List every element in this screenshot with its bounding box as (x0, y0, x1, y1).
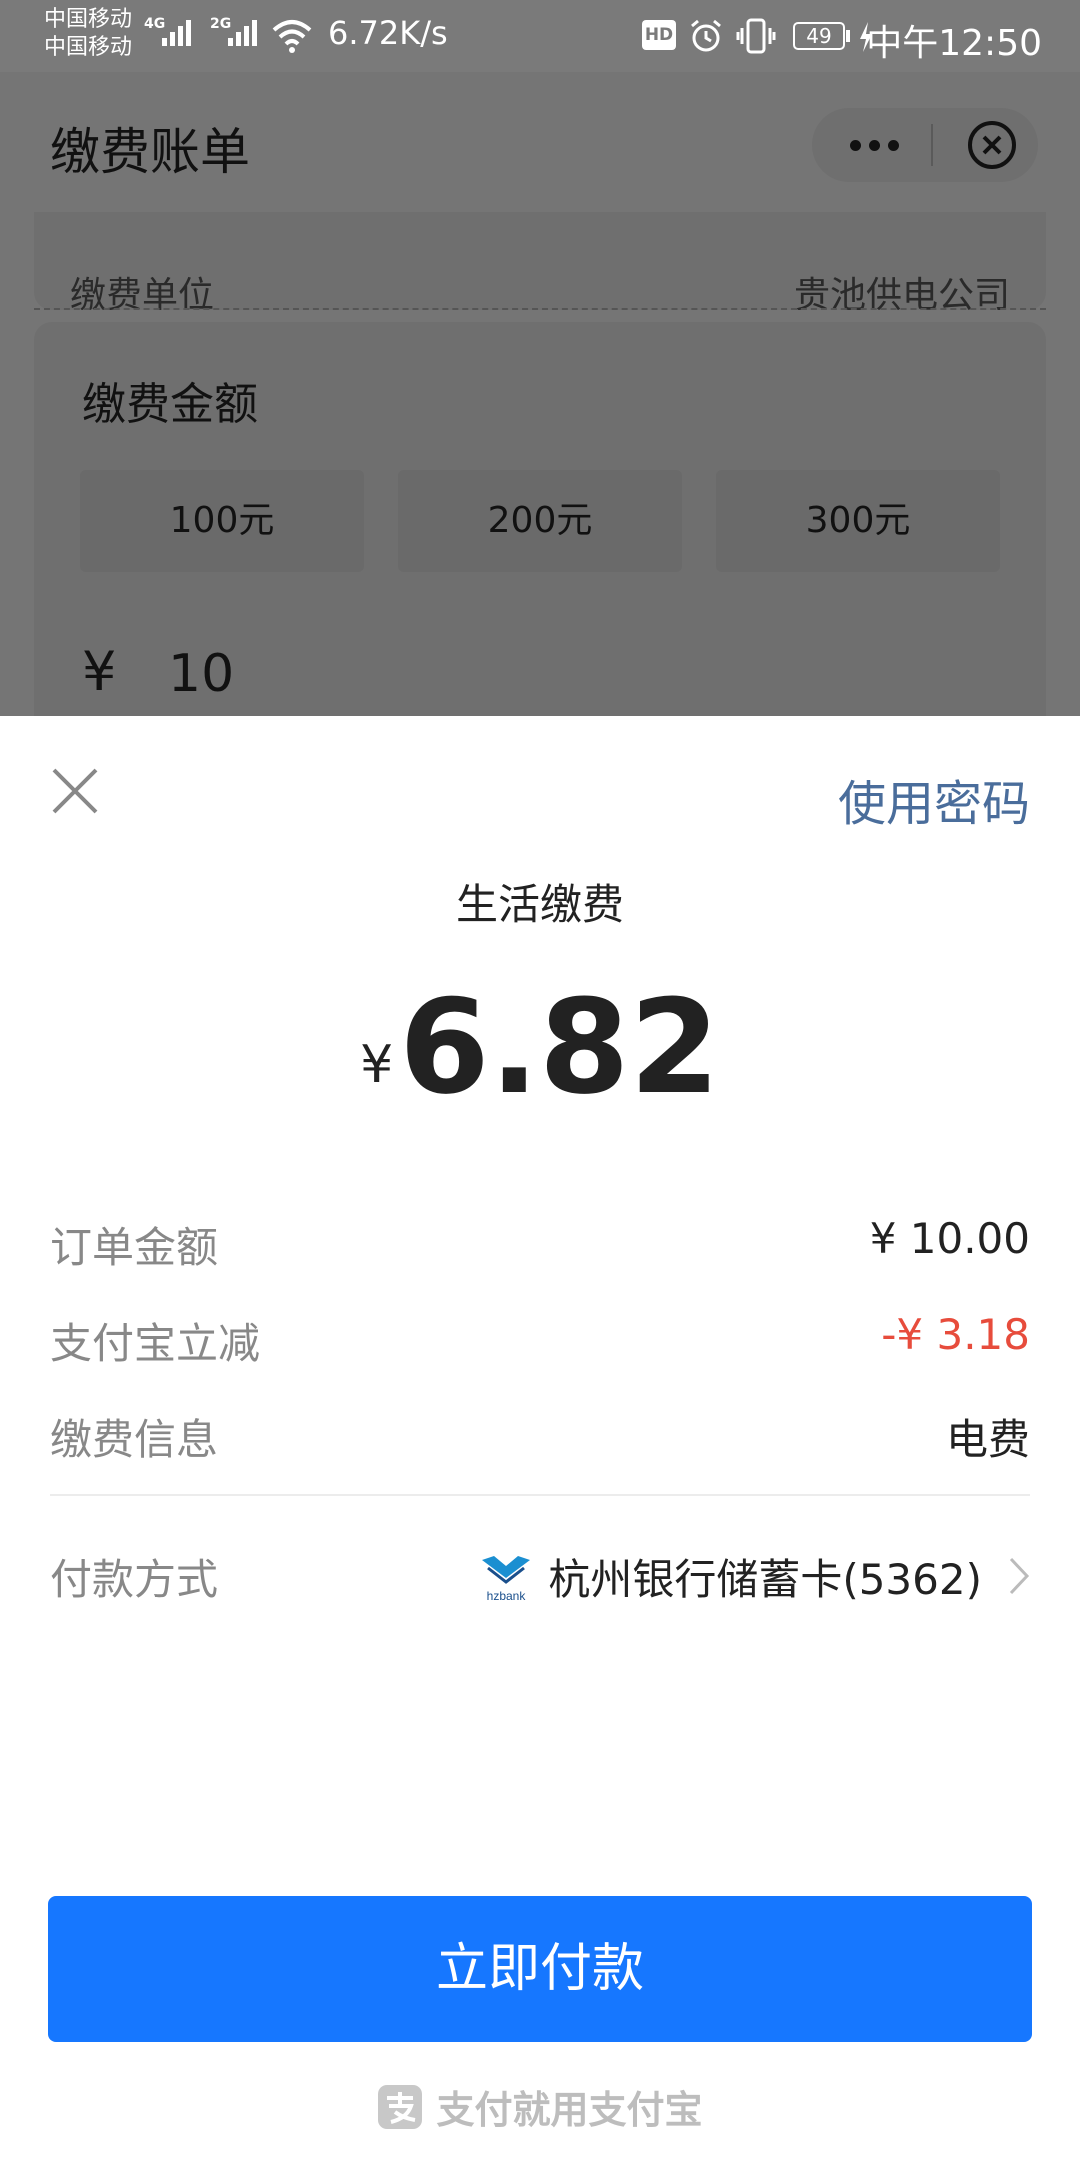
carrier-labels: 中国移动 中国移动 (44, 6, 132, 62)
unit-label: 缴费单位 (70, 275, 215, 310)
footer-brand: 支付就用支付宝 (0, 2079, 1080, 2134)
amount-option-100[interactable]: 100元 (80, 470, 364, 572)
divider (50, 1494, 1030, 1496)
battery-nub (846, 30, 850, 42)
amount-option-300[interactable]: 300元 (716, 470, 1000, 572)
nav-bar: 缴费账单 (0, 72, 1080, 212)
payment-currency: ¥ (360, 1035, 394, 1095)
carrier-1: 中国移动 (44, 7, 133, 32)
order-amount-label: 订单金额 (50, 1223, 219, 1272)
amount-input[interactable]: 10 (168, 644, 234, 704)
close-icon[interactable] (50, 766, 100, 816)
payment-amount: ¥6.82 (0, 971, 1080, 1123)
amount-title: 缴费金额 (82, 379, 258, 430)
pay-now-button[interactable]: 立即付款 (48, 1896, 1032, 2042)
hd-badge: HD (642, 20, 676, 50)
footer-slogan: 支付就用支付宝 (436, 2088, 703, 2132)
discount-row: 支付宝立减 -¥ 3.18 (50, 1310, 1030, 1370)
payment-sheet: 使用密码 生活缴费 ¥6.82 订单金额 ¥ 10.00 支付宝立减 -¥ 3.… (0, 716, 1080, 2160)
carrier-2: 中国移动 (44, 35, 133, 60)
bank-card-name: 杭州银行储蓄卡(5362) (548, 1554, 982, 1604)
net-speed: 6.72K/s (328, 14, 448, 52)
capsule-separator (931, 124, 933, 166)
bill-info-label: 缴费信息 (50, 1415, 219, 1464)
close-icon[interactable] (967, 120, 1017, 170)
signal-bars-icon (162, 20, 191, 46)
signal-bars-icon (228, 20, 257, 46)
discount-label: 支付宝立减 (50, 1319, 261, 1368)
alarm-icon (691, 19, 721, 52)
currency-symbol: ¥ (82, 640, 117, 703)
payment-method-label: 付款方式 (50, 1555, 219, 1604)
unit-value: 贵池供电公司 (793, 275, 1010, 310)
wifi-icon (272, 20, 312, 53)
chevron-right-icon (1009, 1557, 1030, 1595)
amount-card: 缴费金额 100元 200元 300元 ¥ 10 (34, 322, 1046, 742)
mini-program-capsule (812, 108, 1038, 182)
vibrate-icon (736, 18, 776, 54)
clock: 中午12:50 (866, 23, 1042, 64)
order-amount-value: ¥ 10.00 (869, 1214, 1030, 1263)
more-icon[interactable] (850, 140, 899, 151)
alipay-icon (378, 2084, 423, 2129)
payment-method-selector[interactable]: hzbank 杭州银行储蓄卡(5362) (478, 1546, 1030, 1606)
battery-icon: 49 (793, 22, 845, 50)
hzbank-logo: hzbank (482, 1556, 531, 1603)
bank-logo-text: hzbank (487, 1589, 527, 1603)
bill-info-value: 电费 (945, 1415, 1030, 1464)
amount-option-200[interactable]: 200元 (398, 470, 682, 572)
page-title: 缴费账单 (50, 123, 250, 181)
use-password-link[interactable]: 使用密码 (838, 764, 1030, 834)
order-amount-row: 订单金额 ¥ 10.00 (50, 1214, 1030, 1274)
divider-dashed (34, 308, 1046, 310)
payment-amount-value: 6.82 (399, 971, 720, 1123)
payment-subject: 生活缴费 (455, 880, 624, 929)
status-bar: 中国移动 中国移动 4G 2G 6.72K/s HD 49 中午12:50 (0, 0, 1080, 72)
bill-info-row: 缴费信息 电费 (50, 1406, 1030, 1466)
discount-value: -¥ 3.18 (881, 1310, 1030, 1359)
